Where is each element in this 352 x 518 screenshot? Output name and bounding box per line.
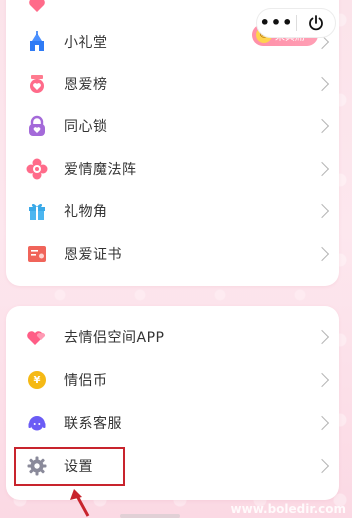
features-card: 小礼堂 ☺ 来宾席 恩爱榜 同心锁 (6, 0, 339, 286)
mini-program-capsule: ••• (256, 8, 336, 38)
menu-item-label: 恩爱证书 (64, 247, 122, 263)
menu-item-label: 联系客服 (64, 416, 122, 432)
settings-highlight-box (14, 447, 125, 486)
chapel-icon (26, 31, 48, 53)
more-options-button[interactable]: ••• (257, 8, 296, 38)
menu-item-label: 同心锁 (64, 119, 108, 135)
heart-icon (26, 0, 48, 16)
menu-item-label: 恩爱榜 (64, 77, 108, 93)
hearts-icon (26, 326, 48, 348)
menu-item-label: 礼物角 (64, 204, 108, 220)
menu-item-label: 情侣币 (64, 373, 108, 389)
chevron-right-icon (314, 458, 330, 474)
menu-item-couple-app[interactable]: 去情侣空间APP (6, 316, 339, 358)
chevron-right-icon (314, 329, 330, 345)
pointer-arrow-icon (70, 489, 90, 517)
chevron-right-icon (314, 415, 330, 431)
coin-symbol: ¥ (33, 374, 41, 386)
chevron-right-icon (314, 76, 330, 92)
bottom-indicator (120, 514, 180, 518)
menu-item-label: 小礼堂 (64, 35, 108, 51)
menu-item-ranking[interactable]: 恩爱榜 (6, 63, 339, 105)
certificate-icon (26, 243, 48, 265)
power-icon (309, 15, 323, 31)
menu-item-magic[interactable]: 爱情魔法阵 (6, 148, 339, 190)
chevron-right-icon (314, 118, 330, 134)
menu-item-gift[interactable]: 礼物角 (6, 190, 339, 232)
menu-item-label: 爱情魔法阵 (64, 162, 137, 178)
watermark: www.boledir.com (230, 502, 346, 516)
customer-service-icon (26, 412, 48, 434)
chevron-right-icon (314, 161, 330, 177)
menu-item-lock[interactable]: 同心锁 (6, 105, 339, 147)
menu-item-customer-service[interactable]: 联系客服 (6, 402, 339, 444)
menu-item-certificate[interactable]: 恩爱证书 (6, 233, 339, 275)
coin-icon: ¥ (26, 369, 48, 391)
chevron-right-icon (314, 372, 330, 388)
menu-item-label: 去情侣空间APP (64, 330, 165, 346)
close-program-button[interactable] (297, 14, 335, 32)
gift-icon (26, 200, 48, 222)
chevron-right-icon (314, 246, 330, 262)
menu-item-couple-coin[interactable]: ¥ 情侣币 (6, 359, 339, 401)
chevron-right-icon (314, 203, 330, 219)
magic-flower-icon (26, 158, 48, 180)
lock-icon (26, 115, 48, 137)
ranking-icon (26, 73, 48, 95)
